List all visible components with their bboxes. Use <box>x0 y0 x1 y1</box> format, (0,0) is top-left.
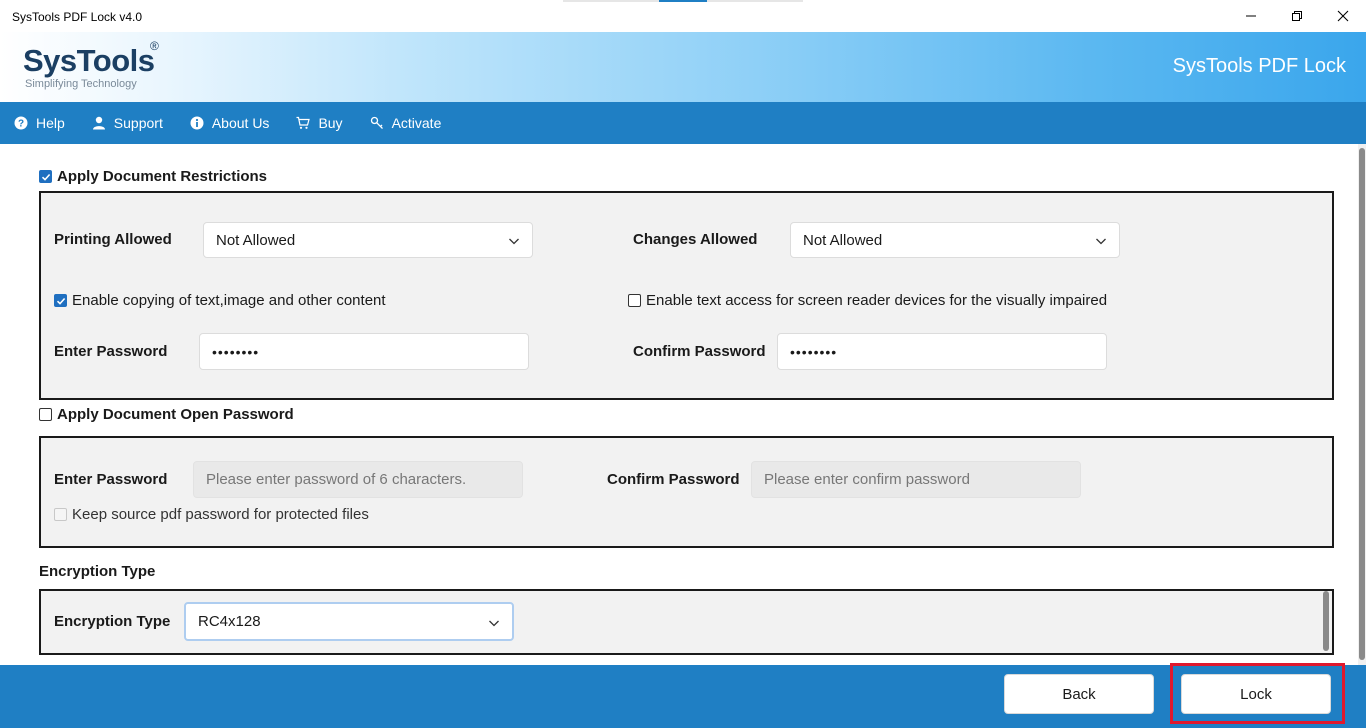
unchecked-box-icon <box>39 408 52 421</box>
changes-allowed-value: Not Allowed <box>803 231 883 249</box>
lock-button-highlight <box>1170 663 1345 724</box>
menu-item-support[interactable]: Support <box>92 115 163 131</box>
open-confirm-password-input[interactable]: Please enter confirm password <box>751 461 1081 498</box>
tab-indicator <box>563 0 659 2</box>
apply-restrictions-checkbox[interactable]: Apply Document Restrictions <box>39 168 267 185</box>
minimize-icon <box>1246 15 1256 17</box>
printing-allowed-label: Printing Allowed <box>54 231 172 248</box>
title-bar: SysTools PDF Lock v4.0 <box>0 0 1366 32</box>
keep-source-password-checkbox[interactable]: Keep source pdf password for protected f… <box>54 506 369 523</box>
changes-allowed-label: Changes Allowed <box>633 231 758 248</box>
cart-icon <box>296 116 311 129</box>
enable-copying-checkbox[interactable]: Enable copying of text,image and other c… <box>54 292 386 309</box>
printing-allowed-value: Not Allowed <box>216 231 296 249</box>
screen-reader-checkbox[interactable]: Enable text access for screen reader dev… <box>628 292 1107 309</box>
menu-item-buy[interactable]: Buy <box>296 115 343 131</box>
app-name: SysTools PDF Lock <box>1172 55 1346 77</box>
encryption-type-value: RC4x128 <box>198 613 261 630</box>
open-password-input[interactable]: Please enter password of 6 characters. <box>193 461 523 498</box>
encryption-scrollbar[interactable] <box>1323 591 1329 651</box>
menu-item-activate[interactable]: Activate <box>370 115 442 131</box>
logo-tagline: Simplifying Technology <box>25 78 137 90</box>
chevron-down-icon <box>1096 238 1106 245</box>
footer-bar <box>0 665 1366 728</box>
tab-indicator <box>707 0 803 2</box>
logo-registered-mark: ® <box>150 39 159 53</box>
chevron-down-icon <box>509 238 519 245</box>
user-icon <box>92 116 105 130</box>
minimize-button[interactable] <box>1228 0 1274 32</box>
key-icon <box>370 116 383 129</box>
changes-allowed-select[interactable]: Not Allowed <box>790 222 1120 258</box>
restrictions-confirm-password-label: Confirm Password <box>633 343 766 360</box>
check-icon <box>39 170 52 183</box>
restore-icon <box>1292 11 1302 21</box>
menu-item-label: Help <box>36 115 65 131</box>
restrictions-password-label: Enter Password <box>54 343 168 360</box>
open-password-label: Enter Password <box>54 471 168 488</box>
restore-button[interactable] <box>1274 0 1320 32</box>
tab-indicator-active <box>659 0 707 2</box>
restrictions-confirm-password-input[interactable]: •••••••• <box>777 333 1107 370</box>
enable-copying-label: Enable copying of text,image and other c… <box>72 292 386 309</box>
chevron-down-icon <box>489 620 499 627</box>
keep-source-password-label: Keep source pdf password for protected f… <box>72 506 369 523</box>
menu-item-label: Support <box>113 115 163 131</box>
apply-open-password-label: Apply Document Open Password <box>57 406 294 423</box>
logo-text: SysTools <box>23 43 155 78</box>
back-button[interactable]: Back <box>1004 674 1154 714</box>
apply-restrictions-label: Apply Document Restrictions <box>57 168 268 185</box>
open-confirm-password-placeholder: Please enter confirm password <box>764 471 970 488</box>
unchecked-box-icon <box>54 508 67 521</box>
menu-item-label: Buy <box>318 115 343 131</box>
restrictions-password-input[interactable]: •••••••• <box>199 333 529 370</box>
menu-item-label: Activate <box>391 115 442 131</box>
check-icon <box>54 294 67 307</box>
close-icon <box>1337 10 1349 22</box>
open-password-placeholder: Please enter password of 6 characters. <box>206 471 467 488</box>
encryption-type-select[interactable]: RC4x128 <box>184 602 514 641</box>
svg-text:?: ? <box>18 119 24 130</box>
encryption-section-title: Encryption Type <box>39 563 156 580</box>
unchecked-box-icon <box>628 294 641 307</box>
window-title: SysTools PDF Lock v4.0 <box>12 10 143 24</box>
screen-reader-label: Enable text access for screen reader dev… <box>646 292 1108 309</box>
scrollbar-thumb[interactable] <box>1359 148 1365 660</box>
close-button[interactable] <box>1320 0 1366 32</box>
menu-item-about-us[interactable]: About Us <box>190 115 270 131</box>
info-circle-icon <box>190 116 204 130</box>
menu-item-label: About Us <box>211 115 270 131</box>
menu-item-help[interactable]: ? Help <box>14 115 65 131</box>
password-mask: •••••••• <box>212 343 260 360</box>
menu-bar: ? Help Support About Us Buy Activate <box>0 102 1366 144</box>
password-mask: •••••••• <box>790 343 838 360</box>
question-circle-icon: ? <box>14 116 28 130</box>
printing-allowed-select[interactable]: Not Allowed <box>203 222 533 258</box>
open-confirm-password-label: Confirm Password <box>607 471 740 488</box>
apply-open-password-checkbox[interactable]: Apply Document Open Password <box>39 406 294 423</box>
encryption-type-label: Encryption Type <box>54 613 171 630</box>
header-banner: SysTools ® Simplifying Technology SysToo… <box>0 32 1366 102</box>
